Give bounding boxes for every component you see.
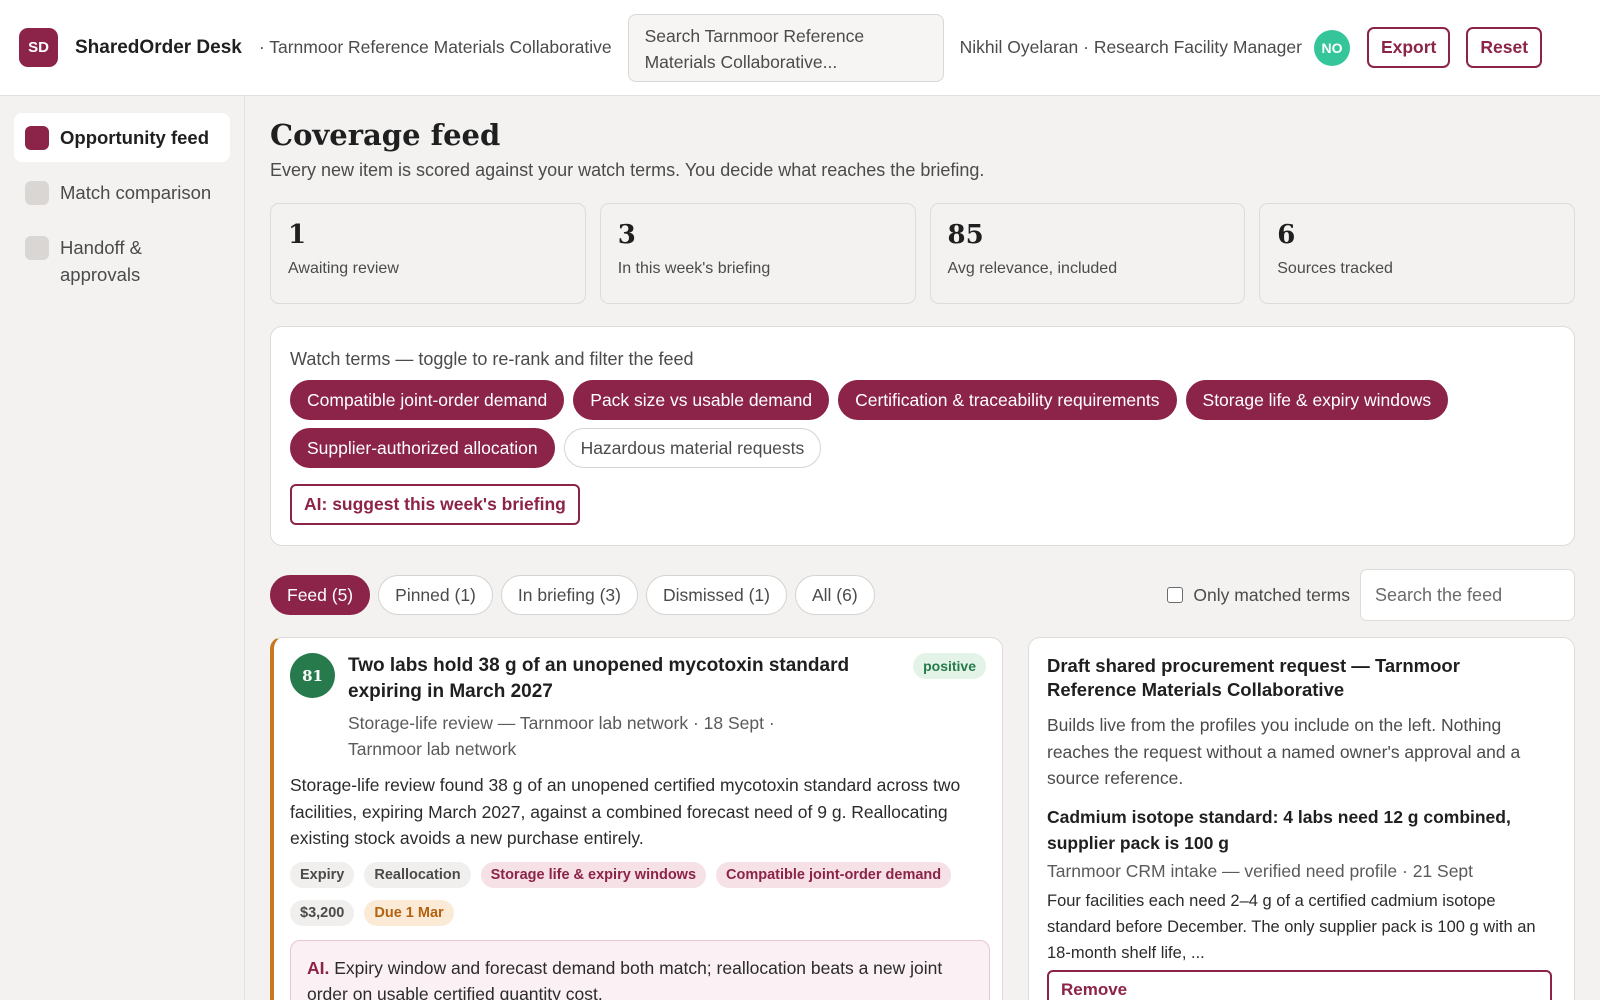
main-content: Coverage feed Every new item is scored a… <box>270 96 1575 1000</box>
draft-request-panel: Draft shared procurement request — Tarnm… <box>1028 637 1575 1000</box>
stat-value: 6 <box>1277 220 1296 250</box>
feed-card-tags: Expiry Reallocation Storage life & expir… <box>290 861 980 926</box>
watch-terms-panel: Watch terms — toggle to re-rank and filt… <box>270 326 1575 546</box>
sidebar-item-label: Match comparison <box>60 182 212 203</box>
stat-label: In this week's briefing <box>617 260 771 277</box>
page-subtitle: Every new item is scored against your wa… <box>270 160 985 180</box>
relevance-score-badge: 81 <box>290 653 335 698</box>
feed-card-body: Storage-life review found 38 g of an uno… <box>290 775 961 848</box>
due-date-tag: Due 1 Mar <box>364 899 454 926</box>
export-button[interactable]: Export <box>1366 27 1451 68</box>
top-bar: SD SharedOrder Desk · Tarnmoor Reference… <box>0 0 1600 96</box>
stat-value: 1 <box>288 220 307 250</box>
page-title: Coverage feed <box>270 118 501 152</box>
tab-dismissed[interactable]: Dismissed (1) <box>646 575 787 615</box>
org-name: · Tarnmoor Reference Materials Collabora… <box>258 37 612 57</box>
reset-button[interactable]: Reset <box>1466 27 1543 68</box>
matched-term-tag: Storage life & expiry windows <box>480 861 707 888</box>
value-tag: $3,200 <box>290 899 355 926</box>
remove-button[interactable]: Remove <box>1047 969 1552 1000</box>
draft-item-body: Four facilities each need 2–4 g of a cer… <box>1047 891 1536 962</box>
global-search-input[interactable]: Search Tarnmoor Reference Materials Coll… <box>627 13 944 82</box>
watch-terms-label: Watch terms — toggle to re-rank and filt… <box>290 349 694 369</box>
ai-rationale-text: Expiry window and forecast demand both m… <box>307 957 943 1000</box>
feed-card-meta: Storage-life review — Tarnmoor lab netwo… <box>348 713 775 759</box>
sidebar-item-label: Opportunity feed <box>60 127 210 148</box>
tab-in-briefing[interactable]: In briefing (3) <box>500 575 638 615</box>
stat-card: 1 Awaiting review <box>270 203 586 304</box>
feed-search-input[interactable]: Search the feed <box>1360 569 1575 621</box>
app-title: SharedOrder Desk <box>75 36 242 58</box>
nav-square-icon <box>25 126 49 150</box>
feed-card-titles: Two labs hold 38 g of an unopened mycoto… <box>348 653 913 762</box>
sidebar-item-opportunity-feed[interactable]: Opportunity feed <box>14 113 230 162</box>
feed-card-header: 81 Two labs hold 38 g of an unopened myc… <box>290 653 986 762</box>
watch-term-chip[interactable]: Supplier-authorized allocation <box>290 428 555 468</box>
draft-title: Draft shared procurement request — Tarnm… <box>1047 655 1460 700</box>
only-matched-checkbox[interactable] <box>1167 587 1184 603</box>
tab-pinned[interactable]: Pinned (1) <box>378 575 493 615</box>
stat-label: Avg relevance, included <box>947 260 1118 277</box>
sidebar-item-match-comparison[interactable]: Match comparison <box>14 168 230 217</box>
feed-tabs-row: Feed (5) Pinned (1) In briefing (3) Dism… <box>270 568 1575 622</box>
tab-feed[interactable]: Feed (5) <box>270 575 371 615</box>
nav-square-icon <box>25 181 49 205</box>
ai-suggest-briefing-button[interactable]: AI: suggest this week's briefing <box>290 484 580 525</box>
draft-description: Builds live from the profiles you includ… <box>1047 715 1521 788</box>
stat-value: 3 <box>617 220 636 250</box>
content-row: 81 Two labs hold 38 g of an unopened myc… <box>270 637 1575 1000</box>
tab-all[interactable]: All (6) <box>794 575 875 615</box>
feed-card-title[interactable]: Two labs hold 38 g of an unopened mycoto… <box>348 653 878 705</box>
watch-term-chip[interactable]: Compatible joint-order demand <box>290 380 565 420</box>
only-matched-toggle[interactable]: Only matched terms <box>1167 585 1350 606</box>
stat-card: 85 Avg relevance, included <box>929 203 1246 304</box>
sidebar-item-handoff-approvals[interactable]: Handoff & approvals <box>14 223 230 299</box>
watch-term-chip[interactable]: Certification & traceability requirement… <box>838 380 1177 420</box>
matched-term-tag: Compatible joint-order demand <box>716 861 952 888</box>
watch-term-chip[interactable]: Hazardous material requests <box>563 428 822 468</box>
app-logo: SD <box>19 28 58 67</box>
nav-square-icon <box>25 236 49 260</box>
ai-prefix: AI. <box>307 957 330 978</box>
stat-value: 85 <box>947 220 984 250</box>
stats-row: 1 Awaiting review 3 In this week's brief… <box>270 203 1575 304</box>
stat-card: 6 Sources tracked <box>1259 203 1575 304</box>
user-label: Nikhil Oyelaran · Research Facility Mana… <box>959 37 1302 57</box>
draft-item-title: Cadmium isotope standard: 4 labs need 12… <box>1047 806 1511 854</box>
stat-label: Sources tracked <box>1277 260 1393 277</box>
watch-term-chip[interactable]: Pack size vs usable demand <box>573 380 830 420</box>
only-matched-label: Only matched terms <box>1193 584 1350 605</box>
stat-label: Awaiting review <box>288 260 399 277</box>
tag: Reallocation <box>364 861 471 888</box>
feed-item-card[interactable]: 81 Two labs hold 38 g of an unopened myc… <box>270 637 1003 1000</box>
tag: Expiry <box>290 861 355 888</box>
ai-rationale-box: AI. Expiry window and forecast demand bo… <box>290 939 990 1000</box>
watch-term-chips: Compatible joint-order demand Pack size … <box>290 380 1520 468</box>
stat-card: 3 In this week's briefing <box>599 203 916 304</box>
draft-item-meta: Tarnmoor CRM intake — verified need prof… <box>1047 860 1474 881</box>
avatar[interactable]: NO <box>1313 29 1350 66</box>
sentiment-badge: positive <box>913 653 986 679</box>
sidebar: Opportunity feed Match comparison Handof… <box>0 96 245 1000</box>
watch-term-chip[interactable]: Storage life & expiry windows <box>1185 380 1449 420</box>
sidebar-item-label: Handoff & approvals <box>60 237 142 285</box>
